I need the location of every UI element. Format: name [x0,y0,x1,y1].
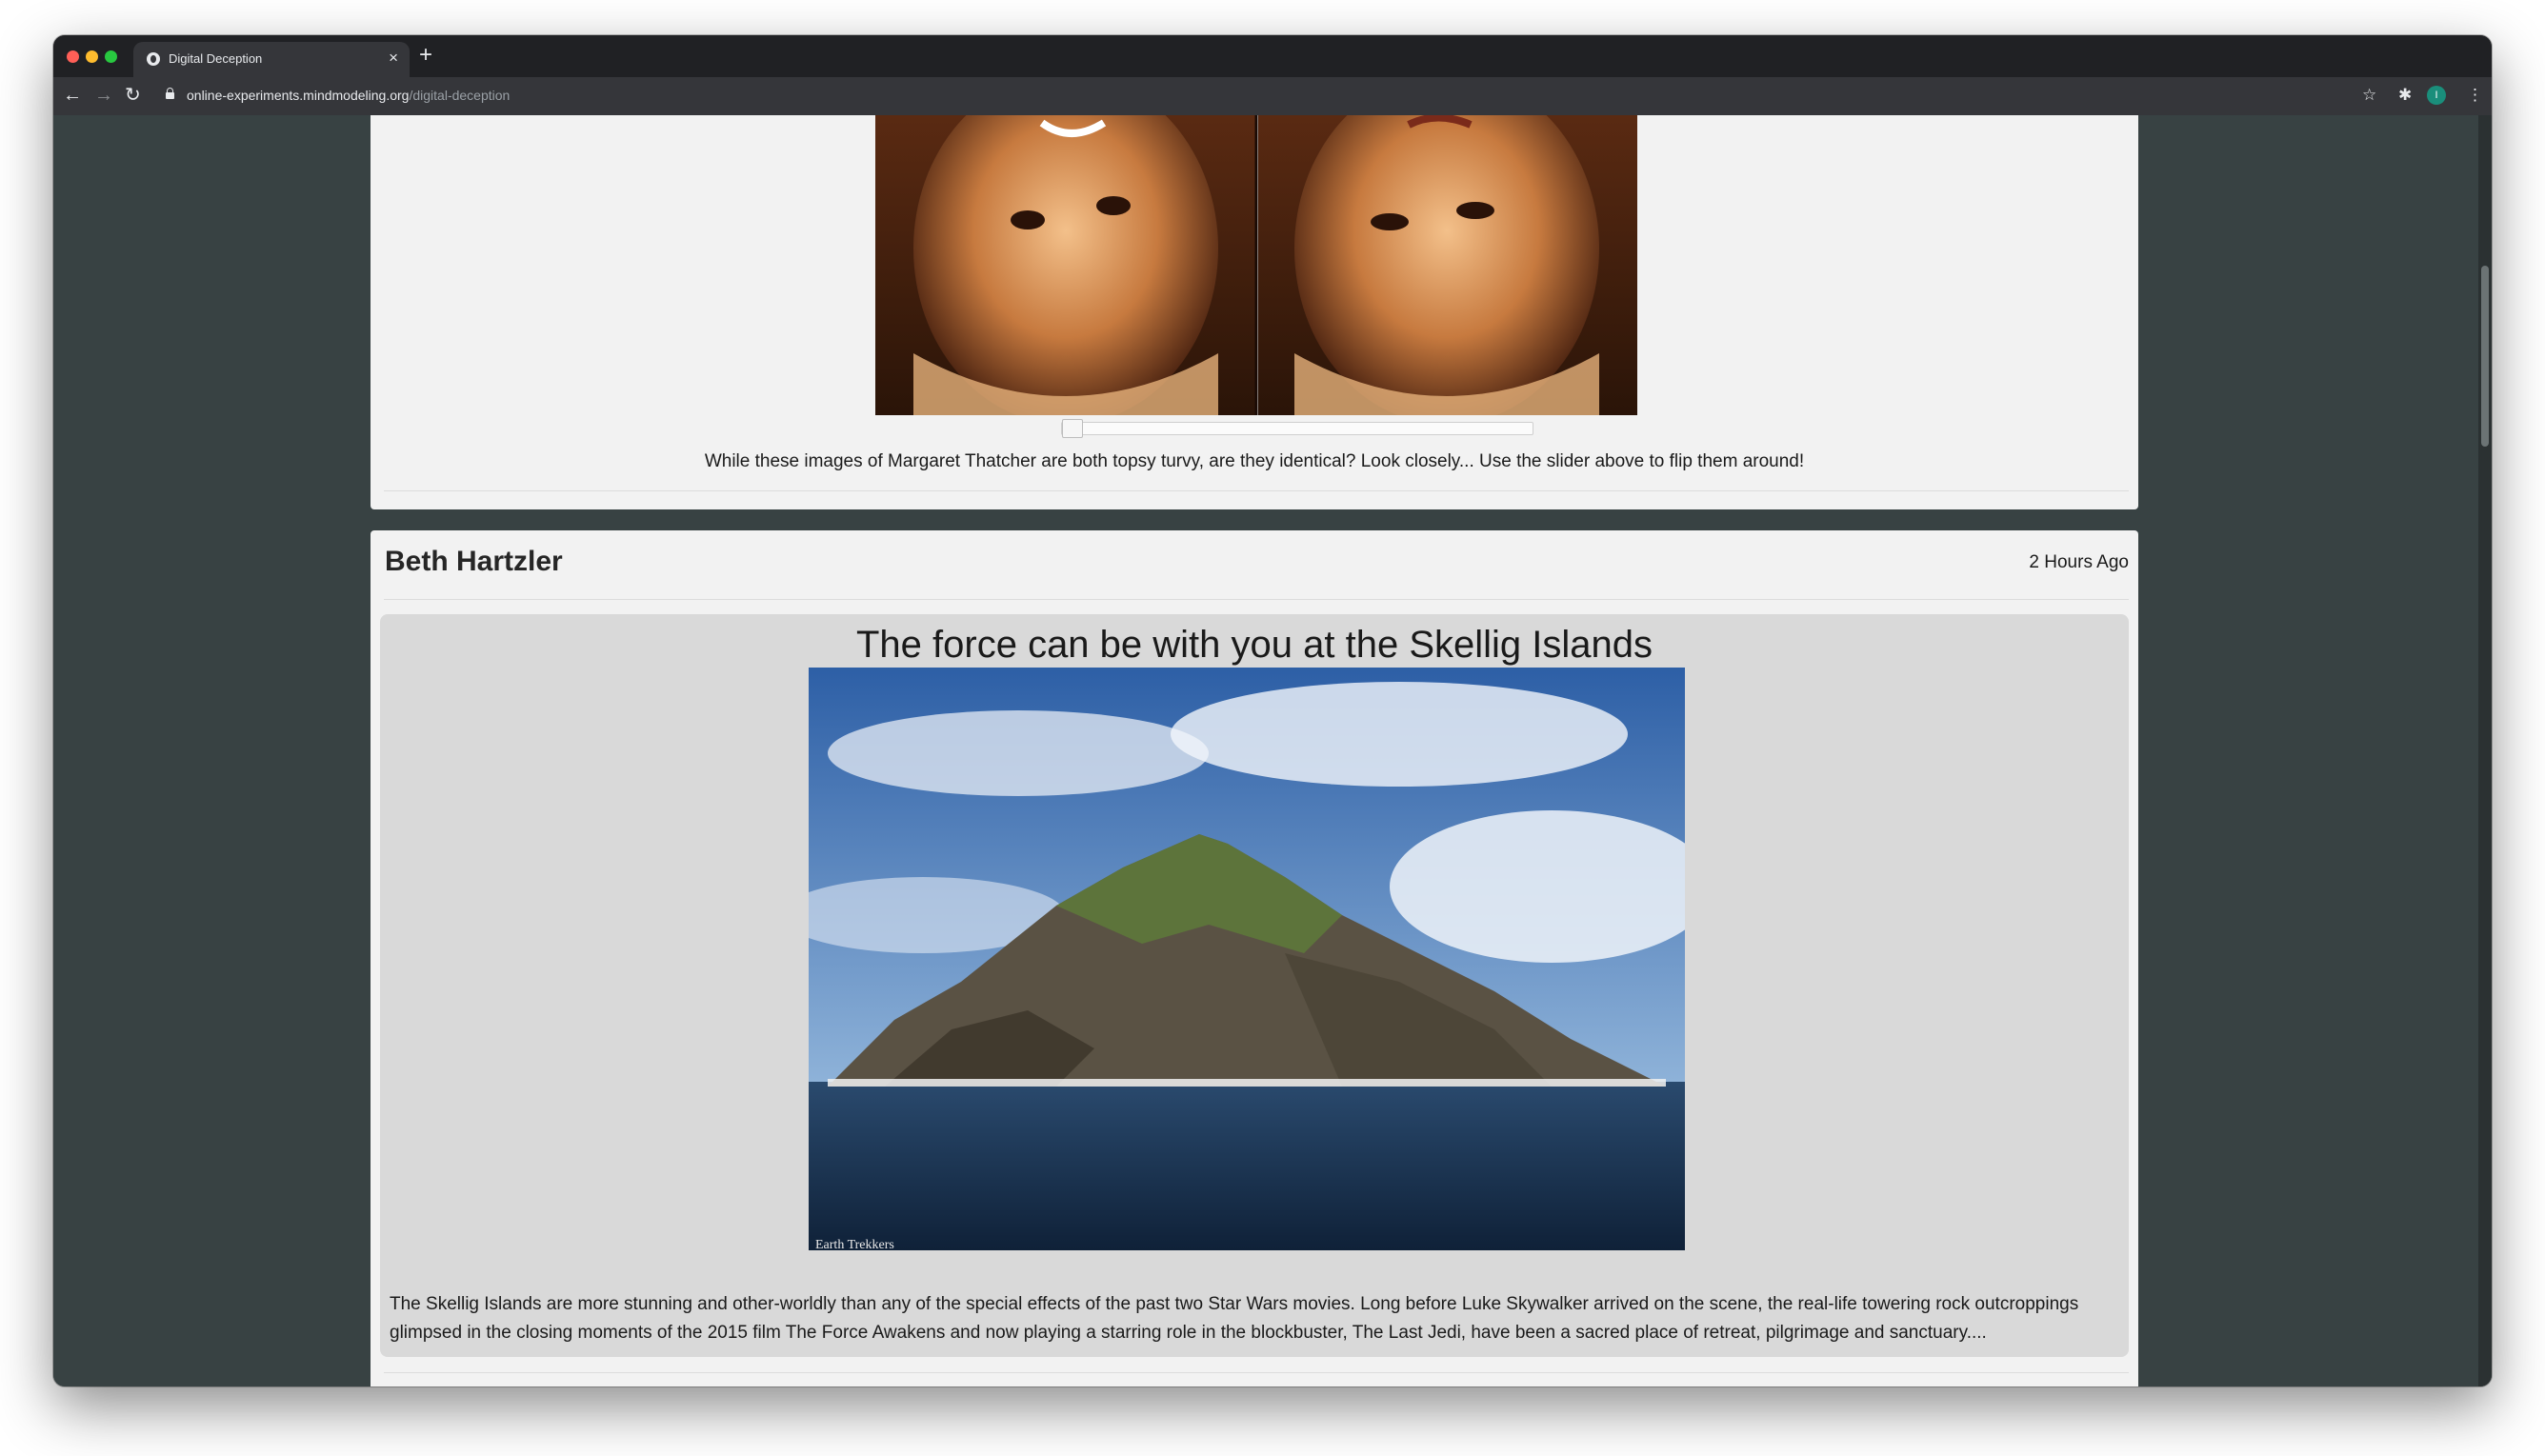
profile-avatar[interactable]: I [2427,86,2446,105]
thatcher-illusion-image [875,115,1637,415]
menu-kebab-icon[interactable]: ⋮ [2467,86,2483,105]
url-text[interactable]: online-experiments.mindmodeling.org/digi… [187,88,510,103]
post-title: The force can be with you at the Skellig… [855,624,1653,666]
page-scrollbar[interactable] [2478,115,2492,1386]
address-bar[interactable]: online-experiments.mindmodeling.org/digi… [160,81,2351,111]
extensions-puzzle-icon[interactable]: ✱ [2398,86,2412,105]
post-author: Beth Hartzler [385,546,563,577]
image-watermark: Earth Trekkers [815,1238,894,1252]
globe-icon [147,52,160,66]
browser-window: Digital Deception × + ← → ↻ online-exper… [53,35,2492,1386]
reload-icon[interactable]: ↻ [125,85,141,106]
tab-title: Digital Deception [169,51,263,66]
url-domain: online-experiments.mindmodeling.org [187,88,410,103]
flip-slider[interactable] [1061,419,1533,438]
maximize-window-button[interactable] [105,50,117,63]
post-timestamp: 2 Hours Ago [2029,552,2129,572]
divider [384,490,2129,491]
url-path: /digital-deception [409,88,511,103]
tab-bar: Digital Deception × + [53,35,2492,77]
new-tab-icon[interactable]: + [419,44,432,67]
lock-icon[interactable] [166,88,174,99]
bookmark-star-icon[interactable]: ☆ [2362,86,2376,105]
tab-digital-deception[interactable]: Digital Deception × [133,42,410,77]
tab-close-icon[interactable]: × [389,50,398,67]
post-card-skellig: Beth Hartzler 2 Hours Ago The force can … [371,530,2138,1386]
post-body: The Skellig Islands are more stunning an… [390,1294,2079,1343]
scrollbar-thumb[interactable] [2481,266,2489,447]
skellig-island-photo [809,668,1685,1250]
slider-handle[interactable] [1062,419,1083,438]
divider [384,599,2129,600]
forward-arrow-icon[interactable]: → [94,85,113,106]
divider [384,1372,2129,1373]
minimize-window-button[interactable] [86,50,98,63]
browser-toolbar: ← → ↻ online-experiments.mindmodeling.or… [53,77,2492,115]
post-caption: While these images of Margaret Thatcher … [704,451,1805,471]
page-viewport: While these images of Margaret Thatcher … [53,115,2492,1386]
post-content: The force can be with you at the Skellig… [380,614,2129,1357]
post-card-thatcher: While these images of Margaret Thatcher … [371,115,2138,509]
close-window-button[interactable] [67,50,79,63]
back-arrow-icon[interactable]: ← [63,85,82,106]
